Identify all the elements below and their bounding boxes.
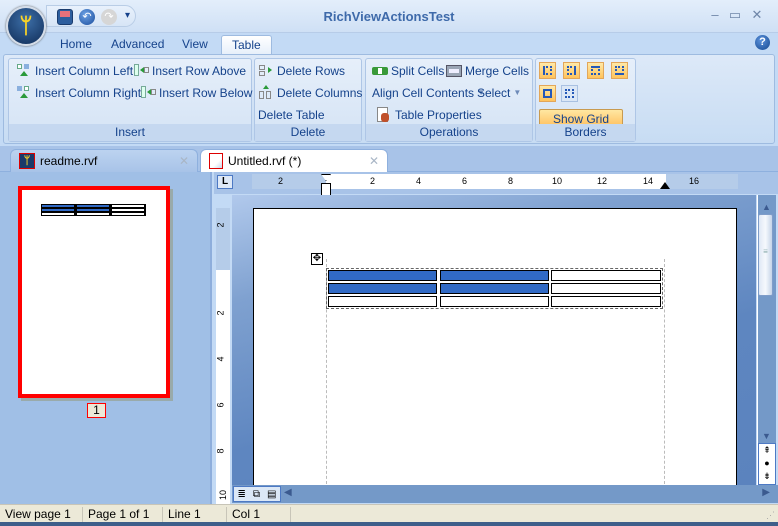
ribbon: Insert Column Left Insert Row Above Inse… [3, 54, 775, 144]
window-bottom-border [0, 522, 778, 526]
align-cell-contents-dropdown[interactable]: Align Cell Contents ▼ [372, 84, 485, 102]
border-none-button[interactable] [561, 85, 578, 102]
close-button[interactable]: ✕ [748, 8, 766, 22]
merge-cells-button[interactable]: Merge Cells [446, 62, 529, 80]
status-view-page: View page 1 [0, 507, 83, 522]
app-menu-button[interactable]: ᛘ [6, 6, 46, 46]
group-label-borders: Borders [536, 124, 635, 141]
page-thumbnail[interactable] [18, 186, 170, 398]
split-cells-icon [372, 63, 388, 79]
status-col: Col 1 [227, 507, 291, 522]
border-top-icon [591, 66, 600, 75]
close-tab-icon[interactable]: ✕ [179, 154, 189, 168]
delete-rows-icon [258, 63, 274, 79]
insert-column-left-icon [16, 63, 32, 79]
tab-table[interactable]: Table [221, 35, 272, 55]
doc-tab-untitled[interactable]: Untitled.rvf (*) ✕ [200, 149, 388, 172]
border-left-icon [543, 66, 552, 75]
document-tabs: ᛘ readme.rvf ✕ Untitled.rvf (*) ✕ [0, 146, 778, 172]
border-left-button[interactable] [539, 62, 556, 79]
merge-cells-icon [446, 63, 462, 79]
app-logo-icon: ᛘ [19, 13, 33, 38]
delete-rows-button[interactable]: Delete Rows [258, 62, 345, 80]
tab-view[interactable]: View [172, 35, 218, 55]
scroll-down-icon[interactable]: ▼ [762, 431, 771, 441]
table-cell[interactable] [551, 283, 661, 294]
window-title: RichViewActionsTest [323, 9, 455, 24]
table-move-handle-icon[interactable]: ✥ [311, 253, 323, 265]
group-delete: Delete Rows Delete Columns Delete Table … [254, 58, 362, 142]
border-right-button[interactable] [563, 62, 580, 79]
scroll-up-icon[interactable]: ▲ [762, 202, 771, 212]
table-cell[interactable] [328, 283, 437, 294]
tab-advanced[interactable]: Advanced [101, 35, 174, 55]
previous-page-icon[interactable]: ⇞ [759, 444, 775, 457]
group-label-insert: Insert [9, 124, 251, 141]
maximize-button[interactable]: ▭ [726, 8, 744, 22]
delete-columns-icon [258, 85, 274, 101]
normal-view-icon[interactable]: ≣ [238, 489, 246, 500]
close-tab-icon[interactable]: ✕ [369, 154, 379, 168]
scroll-right-icon[interactable]: ▶ [762, 487, 770, 498]
print-view-icon[interactable]: ▤ [267, 489, 276, 500]
border-top-button[interactable] [587, 62, 604, 79]
delete-table-button[interactable]: Delete Table [258, 106, 325, 124]
table-cell[interactable] [328, 270, 437, 281]
document-page[interactable] [253, 208, 737, 489]
scroll-left-icon[interactable]: ◀ [284, 487, 292, 498]
insert-column-left-button[interactable]: Insert Column Left [16, 62, 133, 80]
resize-grip-icon[interactable]: ⋰ [766, 510, 775, 521]
insert-column-right-icon [16, 85, 32, 101]
group-label-operations: Operations [366, 124, 532, 141]
insert-row-below-icon [140, 85, 156, 101]
document-file-icon [209, 153, 223, 169]
border-bottom-button[interactable] [611, 62, 628, 79]
group-insert: Insert Column Left Insert Row Above Inse… [8, 58, 252, 142]
table-cell[interactable] [551, 296, 661, 307]
table-cell[interactable] [440, 283, 549, 294]
status-page-count: Page 1 of 1 [83, 507, 163, 522]
select-dropdown[interactable]: Select ▼ [477, 84, 521, 102]
border-outside-button[interactable] [539, 85, 556, 102]
insert-row-below-button[interactable]: Insert Row Below [140, 84, 252, 102]
group-borders: Show Grid Lines Borders [535, 58, 636, 144]
vertical-ruler[interactable]: 2 2 4 6 8 10 [216, 208, 230, 504]
border-right-icon [567, 66, 576, 75]
thumbnail-table [41, 204, 146, 216]
insert-row-above-icon [133, 63, 149, 79]
table-cell[interactable] [440, 296, 549, 307]
insert-column-right-button[interactable]: Insert Column Right [16, 84, 141, 102]
horizontal-scrollbar[interactable]: ◀ ▶ [232, 485, 778, 503]
insert-row-above-button[interactable]: Insert Row Above [133, 62, 246, 80]
group-label-delete: Delete [255, 124, 361, 141]
web-view-icon[interactable]: ⧉ [253, 489, 260, 500]
minimize-button[interactable]: – [706, 8, 724, 22]
browse-object-icon[interactable]: ● [759, 457, 775, 470]
view-mode-buttons: ≣ ⧉ ▤ [233, 486, 281, 502]
chevron-down-icon: ▼ [513, 88, 522, 97]
border-bottom-icon [615, 66, 624, 75]
delete-columns-button[interactable]: Delete Columns [258, 84, 362, 102]
doc-tab-readme[interactable]: ᛘ readme.rvf ✕ [10, 149, 198, 172]
vertical-scroll-thumb[interactable]: ≡ [758, 214, 773, 296]
split-cells-button[interactable]: Split Cells [372, 62, 444, 80]
tab-home[interactable]: Home [50, 35, 102, 55]
status-line: Line 1 [163, 507, 227, 522]
table-cell[interactable] [551, 270, 661, 281]
help-icon[interactable]: ? [755, 35, 770, 50]
status-bar: View page 1 Page 1 of 1 Line 1 Col 1 ⋰ [0, 504, 778, 522]
document-table[interactable] [326, 268, 663, 309]
table-cell[interactable] [328, 296, 437, 307]
group-operations: Split Cells Merge Cells Align Cell Conte… [365, 58, 533, 142]
border-none-icon [565, 89, 574, 98]
table-cell[interactable] [440, 270, 549, 281]
table-properties-icon [376, 107, 392, 123]
table-properties-button[interactable]: Table Properties [376, 106, 482, 124]
next-page-icon[interactable]: ⇟ [759, 470, 775, 483]
border-outside-icon [543, 89, 552, 98]
thumbnail-page-number: 1 [87, 403, 106, 418]
rvf-file-icon: ᛘ [19, 153, 35, 169]
tab-stop-selector[interactable]: L [217, 175, 233, 189]
